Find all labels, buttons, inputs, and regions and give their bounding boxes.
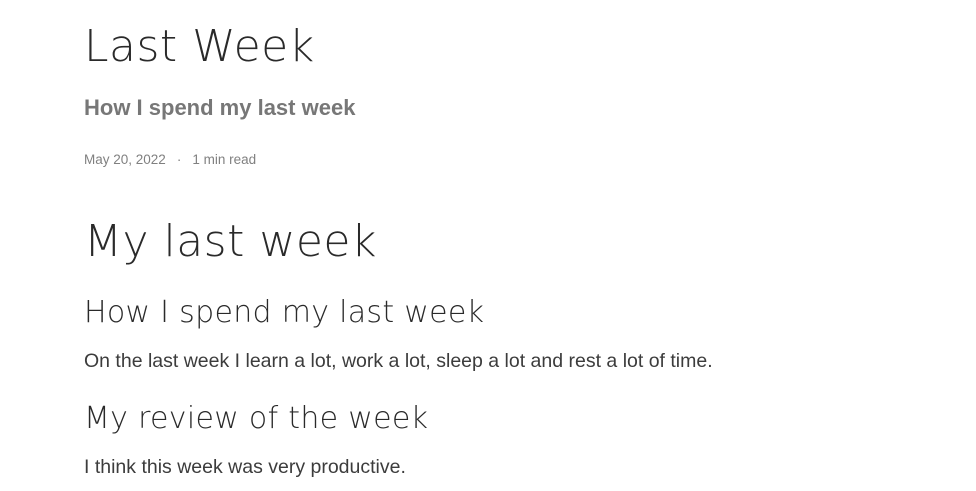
section-heading: How I spend my last week xyxy=(84,295,485,330)
post-subtitle: How I spend my last week xyxy=(84,95,356,120)
section-heading: My review of the week xyxy=(84,401,429,436)
meta-separator: · xyxy=(176,152,182,167)
post-meta: May 20, 2022 · 1 min read xyxy=(84,151,256,169)
post-title: Last Week xyxy=(84,21,315,72)
content-heading: My last week xyxy=(84,216,377,267)
section-paragraph: I think this week was very productive. xyxy=(84,456,406,478)
section-paragraph: On the last week I learn a lot, work a l… xyxy=(84,350,713,372)
post-date: May 20, 2022 xyxy=(84,152,166,167)
read-time: 1 min read xyxy=(192,152,257,167)
